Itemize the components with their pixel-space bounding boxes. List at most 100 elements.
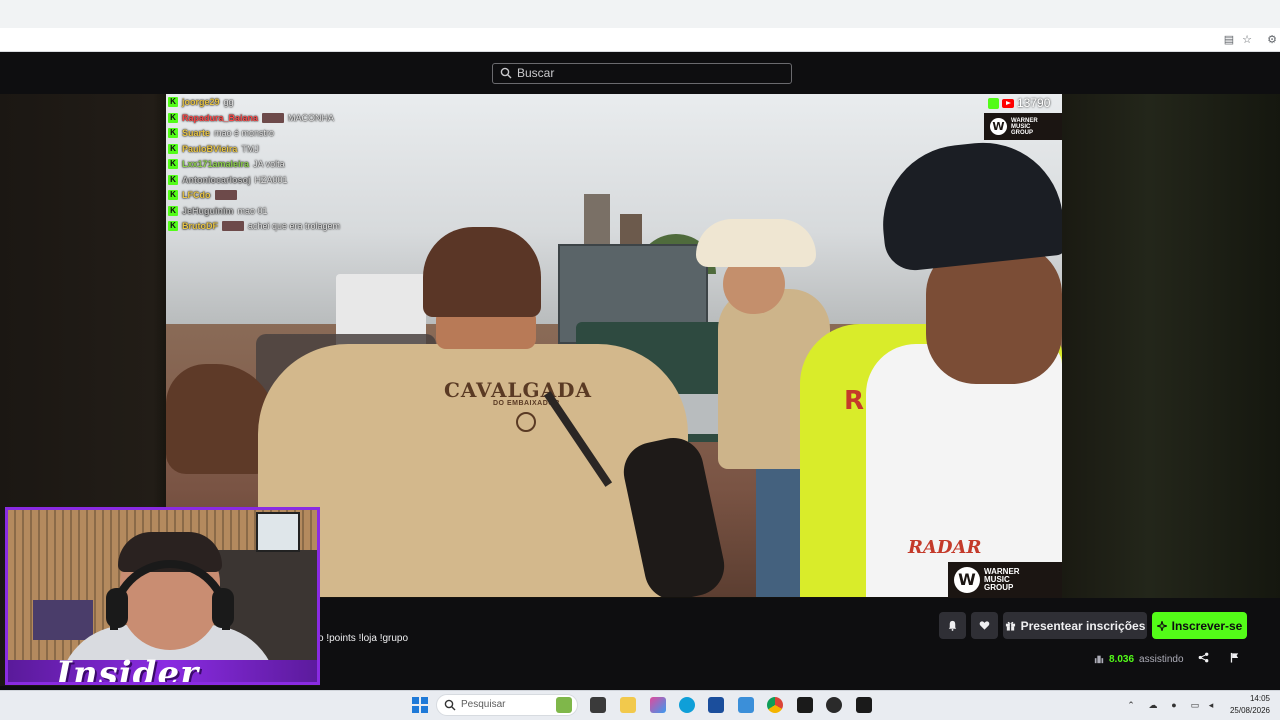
- chat-message-text: TMJ: [241, 143, 259, 154]
- reading-list-icon[interactable]: ▤: [1223, 34, 1235, 46]
- network-icon[interactable]: ▭: [1190, 700, 1200, 710]
- report-flag-icon[interactable]: [1228, 652, 1240, 666]
- windows-logo-tile: [421, 697, 428, 704]
- search-icon: [500, 67, 512, 79]
- video-man-cap: [423, 227, 541, 317]
- obs-icon[interactable]: [826, 697, 842, 713]
- chat-username: BrutoDF: [182, 221, 218, 231]
- webcam-monitor: [256, 512, 300, 552]
- chat-message-text: gg: [223, 97, 234, 107]
- kick-badge-icon: K: [168, 190, 178, 200]
- browser-tab-strip: [0, 0, 1280, 28]
- chat-message-text: HZA001: [254, 174, 288, 185]
- file-explorer-icon[interactable]: [620, 697, 636, 713]
- tray-chevron-icon[interactable]: ⌃: [1126, 700, 1136, 710]
- chat-username: Lxx171amaleira: [182, 159, 250, 169]
- headset-earcup: [212, 588, 234, 628]
- watchers-count: 8.036: [1109, 653, 1135, 665]
- warner-music-watermark-large: W WARNER MUSIC GROUP: [948, 562, 1062, 598]
- windows-logo-tile: [412, 697, 419, 704]
- chat-message: K LFCdo: [168, 188, 237, 202]
- kick-badge-icon: K: [168, 174, 178, 185]
- chat-message: K Antoniocarlosoj HZA001: [168, 173, 288, 187]
- widgets-icon[interactable]: [556, 697, 572, 713]
- warner-logo-icon: W: [954, 567, 980, 593]
- vest-text: RADAR: [908, 537, 982, 558]
- kick-badge-icon: K: [168, 97, 178, 107]
- start-button[interactable]: [412, 697, 428, 713]
- chat-message: K Lxx171amaleira JA volta: [168, 157, 285, 171]
- chat-emote-icon: [214, 190, 237, 200]
- youtube-icon: [1002, 98, 1014, 108]
- chat-message-text: JA volta: [253, 159, 285, 169]
- gift-subscriptions-label: Presentear inscrições: [1020, 618, 1146, 633]
- capcut-icon[interactable]: [797, 697, 813, 713]
- notification-bell-button[interactable]: [939, 612, 966, 639]
- sparkle-icon: [1156, 620, 1167, 631]
- task-view-icon[interactable]: [590, 697, 606, 713]
- taskbar-search-label: Pesquisar: [461, 699, 506, 710]
- channel-logo: Insider: [56, 654, 199, 685]
- kick-badge-icon: K: [168, 221, 178, 231]
- chat-message: Kjoorge29 gg: [168, 95, 234, 109]
- chrome-icon[interactable]: [767, 697, 783, 713]
- kick-badge-icon: K: [168, 159, 178, 169]
- clock-date[interactable]: 25/08/2026: [1220, 706, 1270, 715]
- subscribe-button[interactable]: Inscrever-se: [1152, 612, 1247, 639]
- chat-message: K PauloBVieira TMJ: [168, 142, 259, 156]
- chat-emote-icon: [262, 112, 285, 123]
- chat-message: K Suarte mao é monstro: [168, 126, 274, 140]
- warner-music-watermark: W WARNER MUSIC GROUP: [984, 113, 1062, 140]
- vest-logo: R: [844, 386, 865, 416]
- gift-icon: [1005, 621, 1015, 631]
- clock-time[interactable]: 14:05: [1232, 694, 1270, 703]
- kick-icon: [988, 97, 999, 109]
- headset-earcup: [106, 588, 128, 628]
- microphone-icon[interactable]: ●: [1169, 700, 1179, 710]
- chat-overlay: Kjoorge29 gg K Rapadura_Baiana MACONHA K Suart…: [168, 95, 428, 235]
- store-icon[interactable]: [708, 697, 724, 713]
- viewer-counter: 13790: [988, 96, 1050, 110]
- shirt-logo: [516, 412, 536, 432]
- chat-username: PauloBVieira: [182, 143, 238, 154]
- windows-logo-tile: [412, 706, 419, 713]
- gift-subscriptions-button[interactable]: Presentear inscrições: [1003, 612, 1147, 639]
- subscribe-label: Inscrever-se: [1171, 618, 1243, 633]
- kick-badge-icon: K: [168, 143, 178, 154]
- chat-message-text: MACONHA: [288, 112, 335, 123]
- copilot-icon[interactable]: [650, 697, 666, 713]
- capcut-icon-2[interactable]: [856, 697, 872, 713]
- bell-icon: [948, 620, 957, 631]
- extension-icon[interactable]: ⚙: [1266, 34, 1278, 46]
- kick-badge-icon: K: [168, 112, 178, 123]
- chat-username: Antoniocarlosoj: [182, 174, 251, 185]
- watchers-label: assistindo: [1139, 653, 1184, 665]
- watchers-count-display: 8.036 assistindo: [1094, 652, 1184, 666]
- browser-address-bar[interactable]: [0, 28, 1280, 52]
- heart-icon: [979, 621, 990, 630]
- chat-username: Rapadura_Baiana: [182, 112, 259, 123]
- chat-username: joorge29: [182, 97, 220, 107]
- share-icon[interactable]: [1197, 652, 1209, 666]
- chat-message: K JeHuguinim mao 01: [168, 204, 268, 218]
- chat-message-text: mao é monstro: [214, 128, 275, 138]
- chat-message: K Rapadura_Baiana MACONHA: [168, 111, 334, 125]
- outlook-icon[interactable]: [738, 697, 754, 713]
- bookmark-star-icon[interactable]: ☆: [1241, 34, 1253, 46]
- chat-message-text: achei que era trolagem: [248, 221, 341, 231]
- volume-icon[interactable]: ◂: [1206, 700, 1216, 710]
- windows-taskbar: [0, 690, 1280, 720]
- kick-badge-icon: K: [168, 205, 178, 216]
- chat-message: K BrutoDF achei que era trolagem: [168, 219, 340, 233]
- chat-message-text: mao 01: [237, 205, 268, 216]
- edge-icon[interactable]: [679, 697, 695, 713]
- video-side-backdrop: [1062, 94, 1280, 598]
- onedrive-icon[interactable]: ☁: [1148, 700, 1158, 710]
- windows-logo-tile: [421, 706, 428, 713]
- kick-badge-icon: K: [168, 128, 178, 138]
- chat-username: Suarte: [182, 128, 211, 138]
- chat-username: JeHuguinim: [182, 205, 234, 216]
- warner-logo-icon: W: [990, 118, 1007, 135]
- watermark-text: WARNER MUSIC GROUP: [1011, 117, 1038, 136]
- follow-heart-button[interactable]: [971, 612, 998, 639]
